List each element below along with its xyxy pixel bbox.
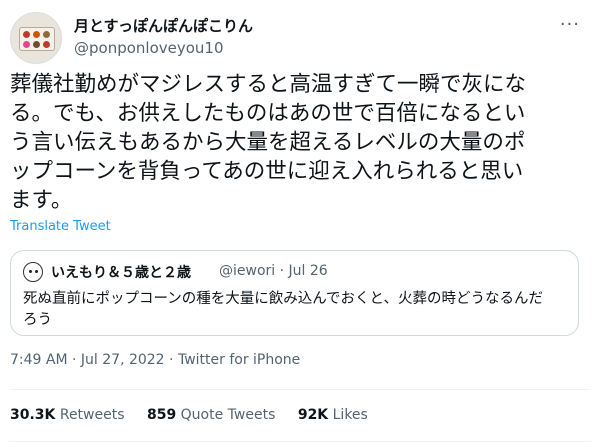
tweet-date[interactable]: Jul 27, 2022 xyxy=(81,352,165,368)
likes-stat[interactable]: 92K Likes xyxy=(298,407,368,423)
meta-separator: · xyxy=(72,352,81,368)
quote-tweets-stat[interactable]: 859 Quote Tweets xyxy=(147,407,275,423)
quoted-handle-date: @iewori · Jul 26 xyxy=(219,263,328,279)
avatar-decoration xyxy=(33,31,40,38)
avatar-decoration xyxy=(23,31,30,38)
avatar-decoration xyxy=(43,41,50,48)
author-display-name[interactable]: 月とすっぽんぽんぽこりん xyxy=(74,15,253,36)
likes-count: 92K xyxy=(297,407,329,423)
avatar-decoration xyxy=(43,31,50,38)
quoted-text: 死ぬ直前にポップコーンの種を大量に飲み込んでおくと、火葬の時どうなるんだ ろう xyxy=(23,289,568,331)
quote-tweets-count: 859 xyxy=(146,407,177,423)
retweets-stat[interactable]: 30.3K Retweets xyxy=(10,407,125,423)
tweet-text-line: 葬儀社勤めがマジレスすると高温すぎて一瞬で灰にな xyxy=(10,72,527,97)
tweet-stats: 30.3K Retweets 859 Quote Tweets 92K Like… xyxy=(10,407,386,423)
divider xyxy=(10,389,590,390)
meta-separator: · xyxy=(169,352,178,368)
tweet-time[interactable]: 7:49 AM xyxy=(10,352,68,368)
avatar-decoration xyxy=(23,41,30,48)
tweet-text-line: う言い伝えもあるから大量を超えるレベルの大量のポ xyxy=(10,130,526,155)
likes-label: Likes xyxy=(332,407,368,423)
tweet-header: 月とすっぽんぽんぽこりん @ponponloveyou10 ··· xyxy=(10,8,590,64)
quoted-text-line: ろう xyxy=(23,312,52,328)
quoted-tweet[interactable]: いえもり＆５歳と２歳 @iewori · Jul 26 死ぬ直前にポップコーンの… xyxy=(10,250,579,336)
retweets-count: 30.3K xyxy=(10,407,56,423)
tweet-text-line: る。でも、お供えしたものはあの世で百倍になるとい xyxy=(10,101,526,126)
quoted-author-name: いえもり＆５歳と２歳 xyxy=(51,265,191,281)
quoted-text-line: 死ぬ直前にポップコーンの種を大量に飲み込んでおくと、火葬の時どうなるんだ xyxy=(23,291,543,307)
tweet-source[interactable]: Twitter for iPhone xyxy=(178,352,300,368)
avatar-decoration xyxy=(33,41,40,48)
divider xyxy=(10,441,590,442)
quote-tweets-label: Quote Tweets xyxy=(180,407,276,423)
quoted-avatar xyxy=(23,262,43,282)
author-handle[interactable]: @ponponloveyou10 xyxy=(74,39,224,57)
tweet-text-line: ップコーンを背負ってあの世に迎え入れられると思い xyxy=(10,159,524,184)
retweets-label: Retweets xyxy=(59,407,125,423)
avatar[interactable] xyxy=(10,12,62,64)
translate-tweet-link[interactable]: Translate Tweet xyxy=(10,219,111,234)
more-options-icon[interactable]: ··· xyxy=(560,14,580,35)
tweet-text-line: ます。 xyxy=(10,188,73,213)
tweet-text: 葬儀社勤めがマジレスすると高温すぎて一瞬で灰にな る。でも、お供えしたものはあの… xyxy=(10,70,590,215)
tweet-meta: 7:49 AM · Jul 27, 2022 · Twitter for iPh… xyxy=(10,352,300,368)
